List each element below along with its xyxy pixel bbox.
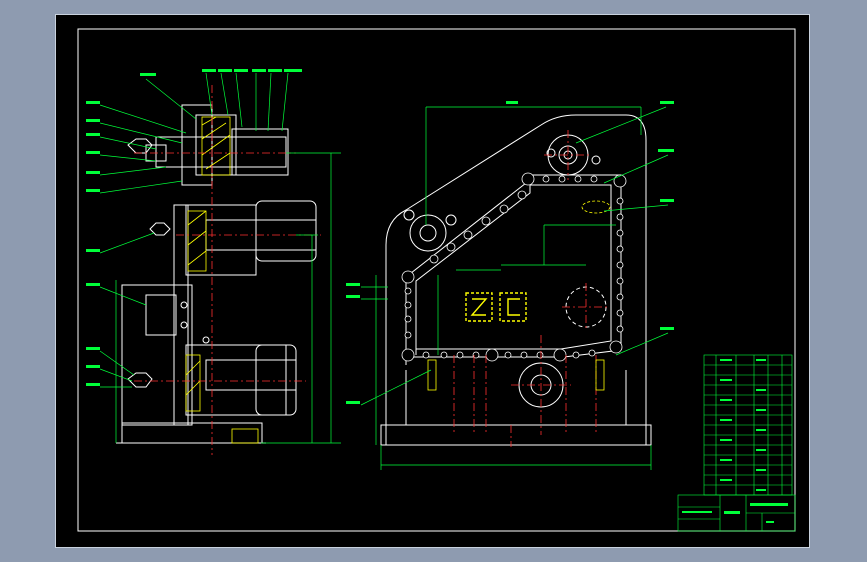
parts-list (703, 354, 793, 496)
cad-window: { "drawing": { "title_center_text": "Z C… (0, 0, 867, 562)
side-view-centerlines (134, 85, 321, 455)
drawing-viewport[interactable]: Z C (55, 14, 810, 548)
front-view-labels (346, 101, 674, 404)
side-view-labels (86, 69, 302, 386)
zc-mark (465, 292, 527, 322)
side-view (116, 104, 317, 444)
front-view-hatch (427, 200, 611, 391)
assembly-drawing: Z C (77, 28, 796, 532)
outer-frame (77, 28, 796, 532)
side-view-hatch (185, 116, 259, 444)
